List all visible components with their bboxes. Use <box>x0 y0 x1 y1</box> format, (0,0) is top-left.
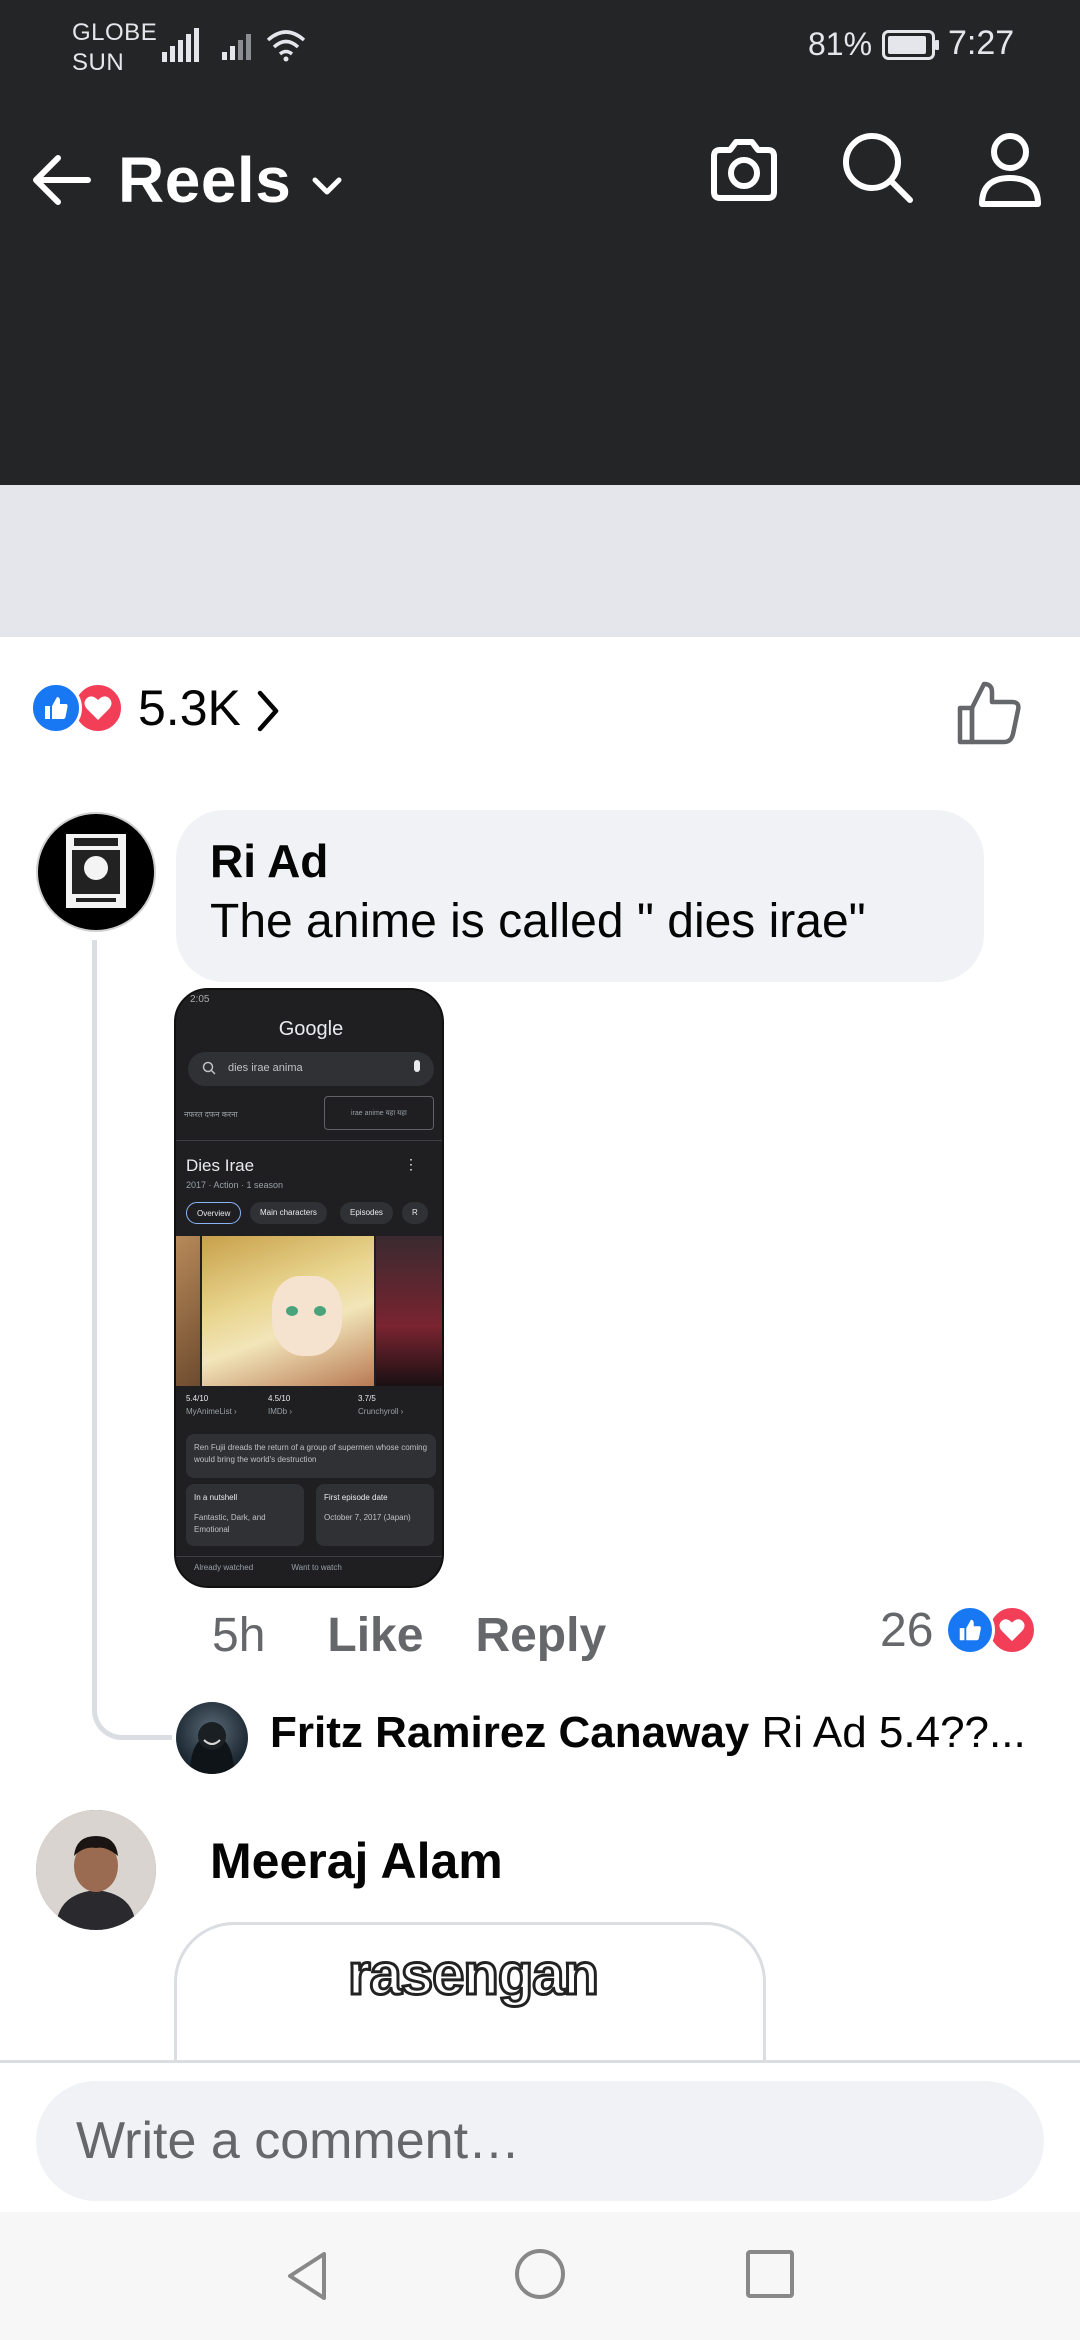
rating-score: 3.7/5 <box>358 1394 376 1403</box>
attachment-lens-row: नफरत दफन करना irae anime यहा यहा <box>184 1096 440 1132</box>
reply-preview-row[interactable]: Fritz Ramirez Canaway Ri Ad 5.4??... <box>270 1708 1060 1772</box>
reply-author[interactable]: Fritz Ramirez Canaway <box>270 1708 749 1757</box>
attachment-query: dies irae anima <box>228 1062 303 1074</box>
attachment-ratings: 5.4/10 MyAnimeList › 4.5/10 IMDb › 3.7/5… <box>186 1394 442 1430</box>
reply-preview-text: Ri Ad 5.4??... <box>761 1708 1026 1757</box>
attachment-thumbnail-main <box>202 1236 374 1386</box>
rating-score: 5.4/10 <box>186 1394 209 1403</box>
wifi-icon <box>266 30 306 62</box>
camera-icon[interactable] <box>706 132 782 208</box>
attachment-mic-icon <box>414 1060 420 1072</box>
rating-source: Crunchyroll › <box>358 1407 404 1416</box>
profile-icon[interactable] <box>970 128 1050 212</box>
attachment-bottom-right: Want to watch <box>291 1563 342 1572</box>
attachment-card-title: In a nutshell <box>194 1493 238 1502</box>
comment-author[interactable]: Ri Ad <box>210 832 950 890</box>
page-title: Reels <box>118 144 292 216</box>
attachment-card: In a nutshell Fantastic, Dark, and Emoti… <box>186 1484 304 1546</box>
comment-reaction-count: 26 <box>880 1603 934 1657</box>
comment-input-placeholder: Write a comment… <box>76 2112 521 2170</box>
reaction-count: 5.3K <box>138 680 241 736</box>
anime-eye <box>286 1306 298 1316</box>
attachment-thumbnail-right <box>376 1236 442 1386</box>
comment-timestamp: 5h <box>212 1608 266 1662</box>
reply-button[interactable]: Reply <box>475 1608 606 1663</box>
rating-source: IMDb › <box>268 1407 292 1416</box>
search-icon[interactable] <box>838 128 918 208</box>
attachment-card-text: October 7, 2017 (Japan) <box>324 1513 411 1522</box>
sticker-text: rasengan <box>347 1941 601 2009</box>
comment-composer-bar: Write a comment… <box>0 2060 1080 2212</box>
attachment-card: First episode date October 7, 2017 (Japa… <box>316 1484 434 1546</box>
app-header: Reels <box>0 120 1080 240</box>
attachment-chip: Episodes <box>340 1202 393 1224</box>
attachment-more-icon: ⋮ <box>404 1156 418 1172</box>
carrier-line-1: GLOBE <box>72 19 158 46</box>
back-arrow-icon[interactable] <box>26 144 98 216</box>
attachment-divider <box>176 1140 442 1141</box>
comment-image-attachment[interactable]: 2:05 Google dies irae anima नफरत दफन करन… <box>174 988 444 1588</box>
attachment-search-box: dies irae anima <box>188 1052 434 1086</box>
rating-score: 4.5/10 <box>268 1394 291 1403</box>
attachment-subtitle: 2017 · Action · 1 season <box>186 1180 284 1190</box>
like-reaction-icon <box>30 682 82 734</box>
comment-text: The anime is called " dies irae" <box>210 895 866 948</box>
attachment-chip: Main characters <box>250 1202 327 1224</box>
comment-bubble[interactable]: Ri Ad The anime is called " dies irae" <box>176 810 984 982</box>
signal-secondary-icon <box>222 34 251 60</box>
clock: 7:27 <box>948 24 1015 62</box>
nav-home-icon[interactable] <box>512 2246 568 2302</box>
title-dropdown[interactable]: Reels <box>118 142 345 218</box>
carrier-line-2: SUN <box>72 49 125 76</box>
nav-recents-icon[interactable] <box>744 2248 796 2300</box>
system-navigation-bar <box>0 2212 1080 2340</box>
like-comment-button[interactable]: Like <box>327 1608 423 1663</box>
top-bar: GLOBE SUN 81% 7:27 Reels <box>0 0 1080 485</box>
attachment-chips: Overview Main characters Episodes R <box>186 1202 442 1224</box>
status-bar: GLOBE SUN 81% 7:27 <box>0 0 1080 90</box>
thread-connector <box>92 940 172 1740</box>
signal-icon <box>162 28 199 62</box>
avatar[interactable] <box>36 1810 156 1930</box>
comment-input[interactable]: Write a comment… <box>36 2081 1044 2201</box>
rating-item: 3.7/5 Crunchyroll › <box>358 1394 438 1416</box>
comment-author[interactable]: Meeraj Alam <box>210 1832 503 1890</box>
like-reaction-icon <box>945 1605 996 1655</box>
attachment-google-logo: Google <box>278 1018 344 1040</box>
reactions-summary[interactable]: 5.3K <box>30 672 281 744</box>
attachment-chip: Overview <box>186 1202 242 1224</box>
attachment-card-text: Fantastic, Dark, and Emotional <box>194 1513 266 1534</box>
like-post-icon[interactable] <box>954 676 1026 748</box>
nav-back-icon[interactable] <box>280 2248 336 2304</box>
attachment-chip: R <box>402 1202 428 1224</box>
attachment-description: Ren Fujii dreads the return of a group o… <box>186 1434 436 1478</box>
rating-source: MyAnimeList › <box>186 1407 237 1416</box>
chevron-right-icon <box>257 690 279 732</box>
rating-item: 4.5/10 IMDb › <box>268 1394 348 1416</box>
video-placeholder <box>0 485 1080 637</box>
chevron-down-icon <box>312 177 342 195</box>
attachment-search-icon <box>202 1061 216 1075</box>
attachment-left-note: नफरत दफन करना <box>184 1110 238 1119</box>
attachment-card-title: First episode date <box>324 1493 388 1502</box>
attachment-thumbnail-left <box>176 1236 200 1386</box>
comment-reactions[interactable]: 26 <box>880 1600 1038 1660</box>
anime-face <box>272 1276 342 1356</box>
attachment-bottom-bar: Already watched Want to watch <box>176 1556 442 1586</box>
rating-item: 5.4/10 MyAnimeList › <box>186 1394 266 1416</box>
battery-percentage: 81% <box>808 26 873 62</box>
battery-icon <box>882 30 939 60</box>
attachment-status-bar: 2:05 <box>190 994 210 1005</box>
avatar[interactable] <box>176 1702 248 1774</box>
attachment-bottom-left: Already watched <box>194 1563 254 1572</box>
carrier-label: GLOBE SUN <box>72 18 157 78</box>
comment-actions: 5h Like Reply <box>212 1600 606 1670</box>
attachment-title: Dies Irae <box>186 1156 255 1175</box>
anime-eye <box>314 1306 326 1316</box>
attachment-lens-query: irae anime यहा यहा <box>324 1096 434 1130</box>
avatar[interactable] <box>36 812 156 932</box>
